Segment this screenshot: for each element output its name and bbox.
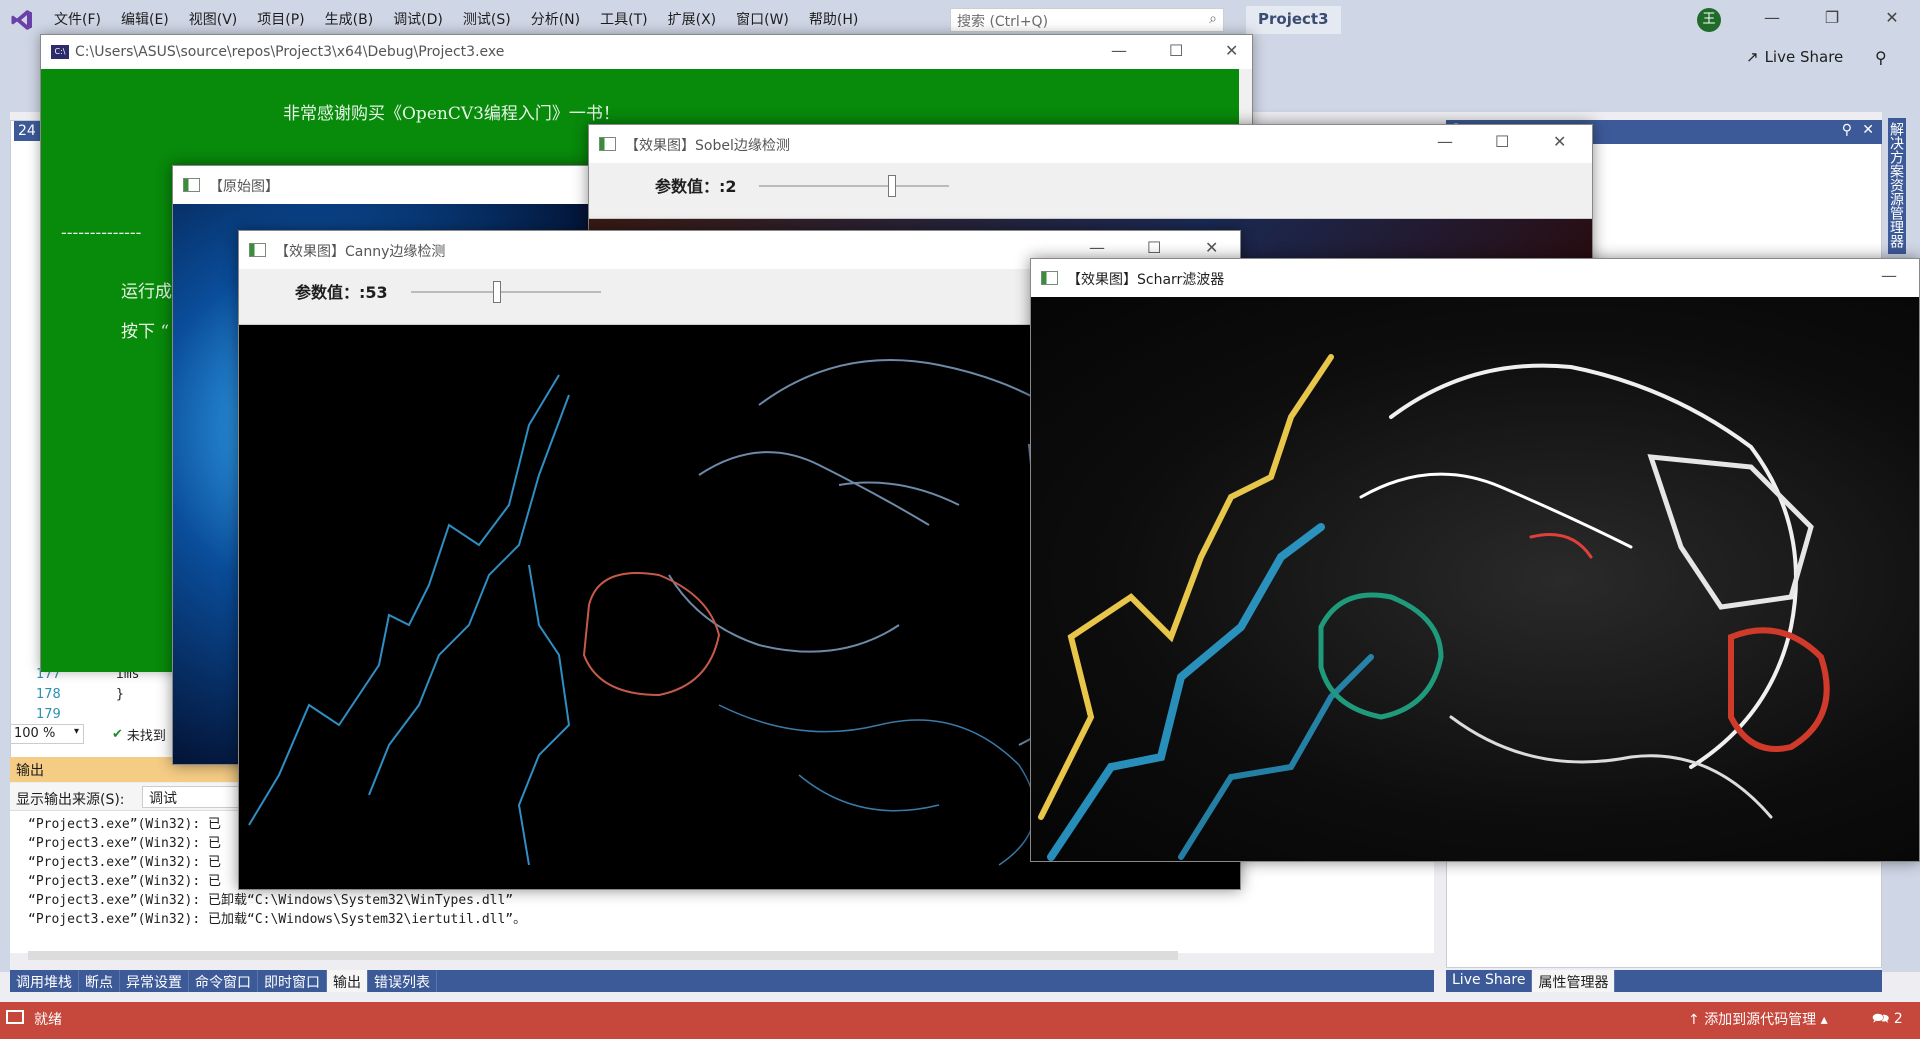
console-titlebar[interactable]: C:\ C:\Users\ASUS\source\repos\Project3\…	[41, 35, 1252, 69]
search-input[interactable]: 搜索 (Ctrl+Q) ⌕	[950, 8, 1224, 32]
avatar[interactable]: 王	[1697, 8, 1721, 32]
line-number: 179	[36, 707, 61, 722]
trackbar-label: 参数值：:53	[295, 283, 388, 302]
trackbar-track[interactable]	[411, 291, 601, 293]
zoom-select[interactable]: 100 % ▾	[10, 724, 84, 744]
param-value: 53	[365, 283, 388, 302]
close-icon[interactable]: ✕	[1872, 8, 1912, 32]
console-line: 按下 “	[121, 322, 170, 342]
restore-icon[interactable]: ❐	[1812, 8, 1852, 32]
tab-call-stack[interactable]: 调用堆栈	[10, 970, 79, 992]
trackbar-track[interactable]	[759, 185, 949, 187]
search-icon: ⌕	[1209, 11, 1217, 27]
output-line: “Project3.exe”(Win32): 已加载“C:\Windows\Sy…	[28, 912, 527, 927]
left-tool-strip	[0, 112, 10, 972]
live-share-button[interactable]: ↗ Live Share	[1746, 48, 1843, 66]
minimize-icon[interactable]: —	[1881, 266, 1897, 285]
trackbar-thumb[interactable]	[492, 281, 501, 303]
visual-studio-logo-icon[interactable]	[0, 0, 44, 40]
window-app-icon	[183, 178, 200, 192]
check-circle-icon: ✔	[112, 727, 123, 742]
close-icon[interactable]: ✕	[1225, 41, 1238, 60]
tab-exception-settings[interactable]: 异常设置	[120, 970, 189, 992]
window-titlebar[interactable]: 【效果图】Scharr滤波器 —	[1031, 259, 1919, 297]
pin-icon[interactable]: ⚲	[1842, 122, 1852, 138]
window-app-icon	[1041, 271, 1058, 285]
status-bar: 就绪 ↑ 添加到源代码管理 ▴ 🗪 2	[0, 1002, 1920, 1039]
minimize-icon[interactable]: —	[1437, 132, 1453, 151]
editor-tab[interactable]: 24	[14, 121, 40, 141]
window-app-icon	[249, 243, 266, 257]
output-source-select[interactable]: 调试	[142, 786, 242, 808]
window-title: 【原始图】	[209, 179, 279, 195]
chevron-down-icon: ▾	[73, 726, 79, 737]
zoom-value: 100 %	[14, 726, 56, 741]
minimize-icon[interactable]: —	[1089, 238, 1105, 257]
maximize-icon[interactable]: ☐	[1495, 132, 1509, 151]
status-ready: 就绪	[34, 1012, 62, 1028]
close-icon[interactable]: ✕	[1553, 132, 1566, 151]
solution-explorer-tab[interactable]: 解决方案资源管理器	[1888, 118, 1906, 254]
horizontal-scrollbar[interactable]	[28, 951, 1178, 960]
code-line: }	[116, 687, 124, 702]
window-titlebar[interactable]: 【效果图】Sobel边缘检测 — ☐ ✕	[589, 125, 1592, 163]
output-source-label: 显示输出来源(S):	[16, 792, 125, 808]
scharr-edges	[1038, 354, 1830, 861]
sobel-trackbar: 参数值：:2	[589, 163, 1592, 219]
console-title: C:\Users\ASUS\source\repos\Project3\x64\…	[75, 44, 505, 60]
close-icon[interactable]: ✕	[1862, 122, 1874, 138]
minimize-icon[interactable]: —	[1111, 41, 1127, 60]
console-app-icon: C:\	[51, 45, 69, 59]
feedback-icon[interactable]: ⚲	[1875, 48, 1887, 67]
tab-property-manager[interactable]: 属性管理器	[1532, 970, 1616, 992]
bottom-tab-strip: 调用堆栈 断点 异常设置 命令窗口 即时窗口 输出 错误列表	[10, 970, 1434, 992]
line-numbers: 177 178 179	[36, 665, 76, 725]
issues-indicator[interactable]: ✔ 未找到	[112, 725, 166, 744]
param-label: 参数值：	[295, 283, 360, 302]
trackbar-thumb[interactable]	[888, 175, 896, 197]
maximize-icon[interactable]: ☐	[1147, 238, 1161, 257]
search-placeholder: 搜索 (Ctrl+Q)	[957, 14, 1049, 30]
line-number: 178	[36, 687, 61, 702]
scharr-window[interactable]: 【效果图】Scharr滤波器 —	[1030, 258, 1920, 862]
close-icon[interactable]: ✕	[1205, 238, 1218, 257]
tab-output[interactable]: 输出	[327, 970, 368, 992]
param-label: 参数值：	[655, 177, 720, 196]
maximize-icon[interactable]: ☐	[1169, 41, 1183, 60]
notifications-icon[interactable]: 🗪 2	[1872, 1008, 1903, 1032]
source-control-label: 添加到源代码管理	[1704, 1012, 1817, 1028]
add-to-source-control[interactable]: ↑ 添加到源代码管理 ▴	[1688, 1009, 1828, 1029]
right-bottom-tabs: Live Share 属性管理器	[1446, 970, 1882, 992]
window-title: 【效果图】Canny边缘检测	[275, 244, 446, 260]
notification-count: 2	[1893, 1011, 1903, 1027]
scharr-image	[1031, 297, 1919, 861]
tab-live-share[interactable]: Live Share	[1446, 970, 1533, 992]
project-title: Project3	[1246, 6, 1341, 34]
window-title: 【效果图】Scharr滤波器	[1067, 272, 1225, 288]
console-line: 运行成	[121, 282, 172, 302]
tab-error-list[interactable]: 错误列表	[368, 970, 437, 992]
console-line: 非常感谢购买《OpenCV3编程入门》一书！	[283, 104, 620, 124]
param-value: 2	[725, 177, 737, 196]
output-line: “Project3.exe”(Win32): 已卸载“C:\Windows\Sy…	[28, 893, 514, 908]
tab-command-window[interactable]: 命令窗口	[189, 970, 258, 992]
tab-immediate-window[interactable]: 即时窗口	[258, 970, 327, 992]
issues-text: 未找到	[126, 729, 166, 744]
console-divider: --------------	[61, 223, 142, 243]
minimize-icon[interactable]: —	[1752, 8, 1792, 32]
live-share-label: Live Share	[1764, 48, 1844, 66]
tab-breakpoints[interactable]: 断点	[79, 970, 120, 992]
window-title: 【效果图】Sobel边缘检测	[625, 138, 790, 154]
trackbar-label: 参数值：:2	[655, 177, 737, 196]
window-titlebar[interactable]: 【原始图】	[173, 166, 631, 204]
status-window-icon	[6, 1010, 24, 1024]
window-app-icon	[599, 137, 616, 151]
share-icon: ↗	[1746, 48, 1759, 66]
